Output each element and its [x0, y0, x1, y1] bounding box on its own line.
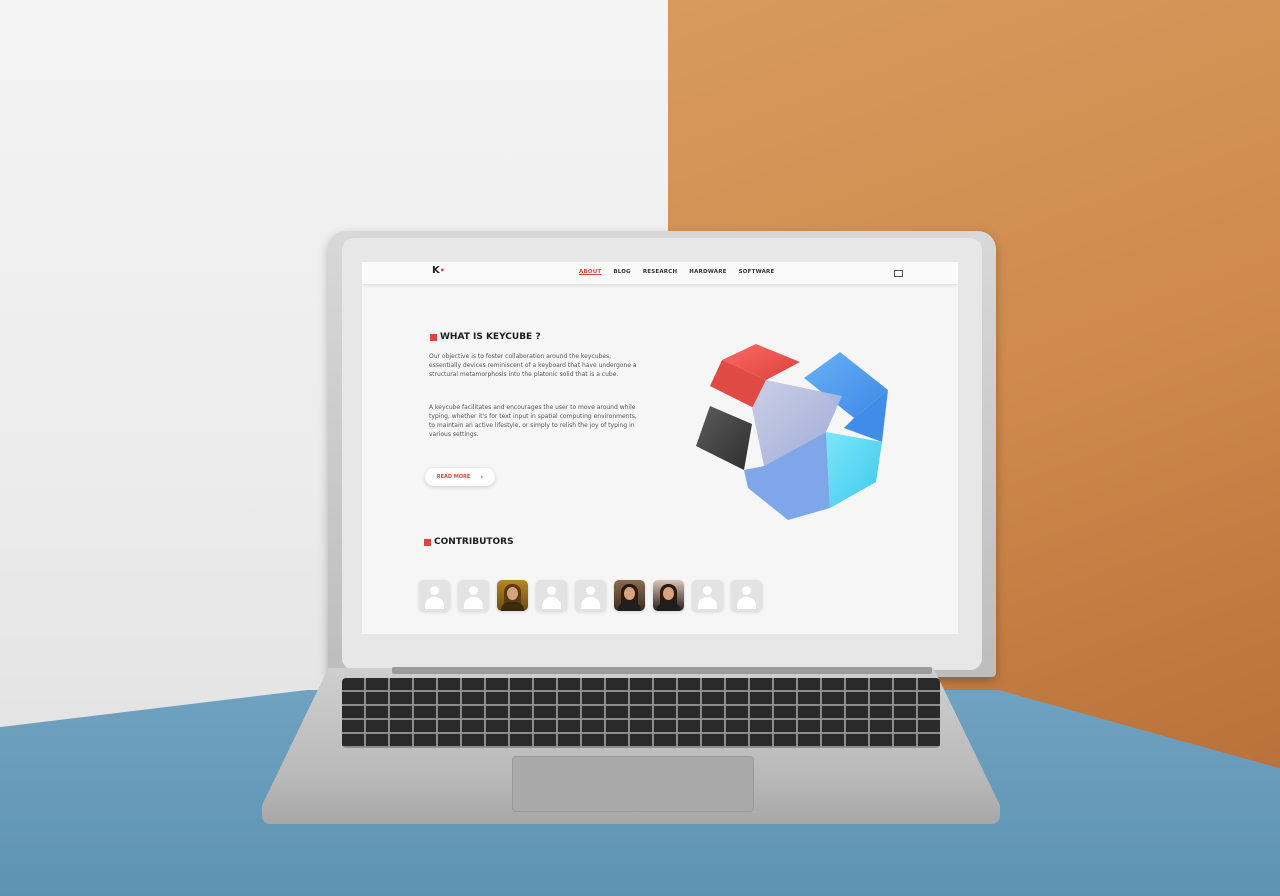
nav-item-blog[interactable]: BLOG — [613, 269, 631, 275]
contributor-avatar-8[interactable] — [692, 580, 723, 611]
logo-letter: K — [432, 265, 440, 276]
person-shoulders — [657, 602, 680, 611]
user-icon — [742, 586, 751, 595]
person-shoulders — [618, 602, 641, 611]
nav-item-software[interactable]: SOFTWARE — [739, 269, 775, 275]
laptop-hinge — [392, 667, 932, 674]
user-icon-body — [581, 597, 600, 609]
keycube-illustration — [692, 332, 892, 522]
user-icon-body — [425, 597, 444, 609]
about-title: WHAT IS KEYCUBE ? — [430, 332, 541, 342]
nav-item-hardware[interactable]: HARDWARE — [689, 269, 726, 275]
cube-dark-block — [696, 406, 752, 470]
contributor-avatar-7[interactable] — [653, 580, 684, 611]
contributor-avatar-6[interactable] — [614, 580, 645, 611]
chevron-right-icon: › — [480, 473, 484, 481]
about-title-text: WHAT IS KEYCUBE ? — [440, 332, 541, 342]
read-more-button[interactable]: READ MORE › — [425, 468, 495, 486]
user-icon-body — [464, 597, 483, 609]
person-face — [663, 587, 674, 600]
user-icon-body — [698, 597, 717, 609]
top-navbar: K• ABOUT BLOG RESEARCH HARDWARE SOFTWARE — [362, 262, 958, 284]
user-icon — [547, 586, 556, 595]
site-logo[interactable]: K• — [432, 265, 445, 276]
read-more-label: READ MORE — [436, 474, 471, 480]
cube-svg — [696, 336, 888, 520]
contributor-avatar-2[interactable] — [458, 580, 489, 611]
laptop-screen: K• ABOUT BLOG RESEARCH HARDWARE SOFTWARE… — [362, 262, 958, 634]
person-face — [624, 587, 635, 600]
contributors-title: CONTRIBUTORS — [424, 537, 514, 547]
user-icon — [430, 586, 439, 595]
contributors-list — [419, 580, 762, 611]
nav-item-research[interactable]: RESEARCH — [643, 269, 677, 275]
person-shoulders — [501, 602, 524, 611]
title-marker-icon — [430, 333, 437, 341]
laptop-trackpad — [512, 756, 754, 812]
logo-accent-dot: • — [439, 266, 445, 275]
about-paragraph-2: A keycube facilitates and encourages the… — [429, 404, 637, 438]
language-toggle-icon[interactable] — [894, 270, 903, 277]
user-icon — [586, 586, 595, 595]
contributor-avatar-5[interactable] — [575, 580, 606, 611]
contributor-avatar-4[interactable] — [536, 580, 567, 611]
user-icon — [703, 586, 712, 595]
nav-item-about[interactable]: ABOUT — [579, 269, 601, 275]
user-icon — [469, 586, 478, 595]
user-icon-body — [542, 597, 561, 609]
contributor-avatar-9[interactable] — [731, 580, 762, 611]
contributors-title-text: CONTRIBUTORS — [434, 537, 514, 547]
person-face — [507, 587, 518, 600]
nav-menu: ABOUT BLOG RESEARCH HARDWARE SOFTWARE — [579, 269, 774, 275]
user-icon-body — [737, 597, 756, 609]
contributor-avatar-1[interactable] — [419, 580, 450, 611]
cube-cyan-block — [826, 432, 882, 508]
contributor-avatar-3[interactable] — [497, 580, 528, 611]
laptop-keyboard — [342, 678, 940, 748]
title-marker-icon — [424, 538, 431, 546]
about-paragraph-1: Our objective is to foster collaboration… — [429, 353, 637, 378]
